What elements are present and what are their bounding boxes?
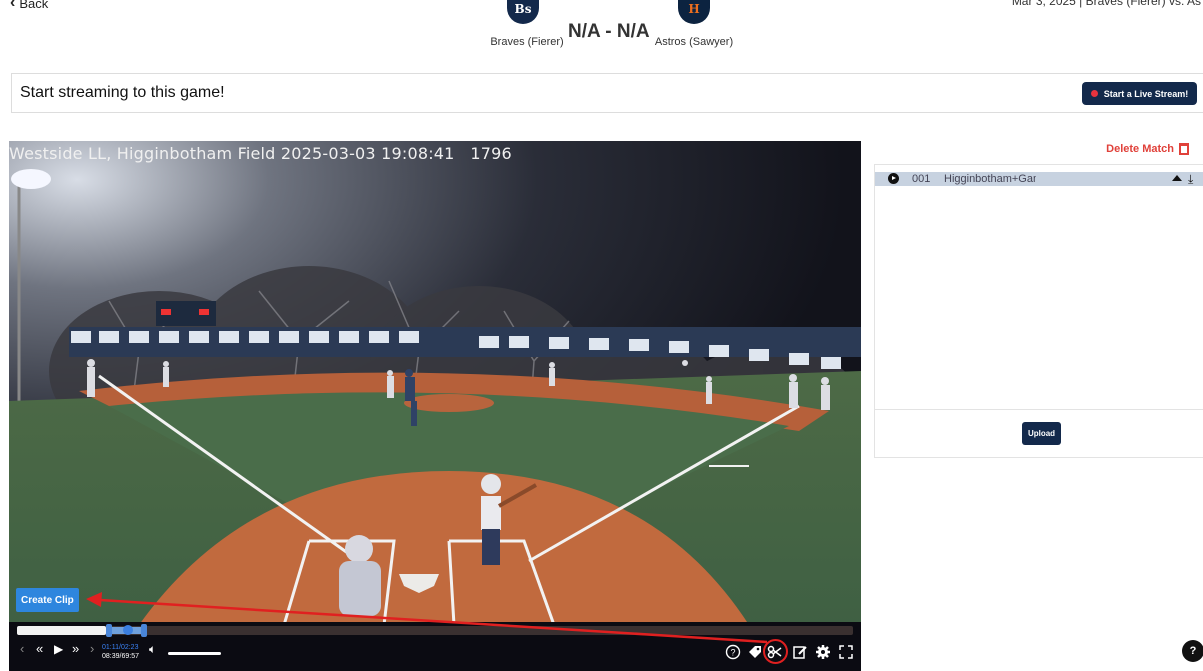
scissors-icon[interactable] (767, 644, 783, 660)
score: N/A - N/A (568, 21, 650, 42)
astros-logo-icon: H (678, 0, 710, 24)
progress-fill (17, 626, 106, 635)
game-date-info: Mar 3, 2025 | Braves (Fierer) vs. As (1011, 0, 1201, 8)
tag-icon[interactable] (747, 644, 763, 660)
live-stream-label: Start a Live Stream! (1103, 88, 1189, 99)
stream-title: Start streaming to this game! (20, 84, 225, 101)
rewind-icon[interactable]: « (36, 642, 43, 655)
move-up-icon[interactable] (1172, 175, 1182, 181)
help-button[interactable]: ? (1182, 640, 1203, 662)
video-player[interactable]: Westside LL, Higginbotham Field 2025-03-… (9, 141, 861, 671)
away-team: H Astros (Sawyer) (655, 0, 733, 48)
braves-logo-icon: Bs (507, 0, 539, 24)
home-team: Bs Braves (Fierer) (487, 0, 564, 48)
away-team-name: Astros (Sawyer) (654, 36, 734, 48)
clip-start-handle[interactable] (105, 624, 112, 637)
playlist-item-name: Higginbotham+Game+2 (944, 173, 1036, 185)
delete-match-label: Delete Match (1106, 143, 1174, 155)
back-label: Back (19, 0, 49, 11)
chevron-left-icon: ‹ (10, 0, 16, 11)
stream-banner: Start streaming to this game! Start a Li… (11, 73, 1203, 113)
total-time: 08:39/69:57 (102, 653, 139, 660)
trash-icon (1179, 143, 1189, 155)
gear-icon[interactable] (815, 644, 831, 660)
home-team-name: Braves (Fierer) (490, 36, 564, 48)
start-live-stream-button[interactable]: Start a Live Stream! (1082, 82, 1197, 105)
divider (875, 409, 1203, 410)
fast-forward-icon[interactable]: » (72, 642, 79, 655)
clip-playlist: 001 Higginbotham+Game+2 ⤓ Upload (874, 164, 1203, 458)
play-icon[interactable]: ▶ (54, 643, 63, 655)
video-frame (9, 141, 861, 625)
back-link[interactable]: ‹ Back (10, 0, 48, 12)
play-circle-icon[interactable] (888, 173, 899, 184)
next-icon[interactable]: › (90, 642, 94, 655)
progress-bar[interactable] (17, 624, 853, 637)
svg-text:?: ? (730, 648, 735, 658)
help-circle-icon[interactable]: ? (725, 644, 741, 660)
player-controls: ‹ « ▶ » › 01:11/02:23 08:39/69:57 🔈︎ ? (9, 622, 861, 671)
create-clip-button[interactable]: Create Clip (16, 588, 79, 612)
edit-icon[interactable] (792, 644, 808, 660)
playlist-item[interactable]: 001 Higginbotham+Game+2 ⤓ (875, 172, 1203, 186)
volume-icon[interactable]: 🔈︎ (149, 643, 156, 655)
record-dot-icon (1090, 90, 1098, 97)
clip-end-handle[interactable] (141, 624, 148, 637)
download-icon[interactable]: ⤓ (1188, 172, 1193, 187)
clip-time: 01:11/02:23 (102, 644, 139, 651)
video-overlay-text: Westside LL, Higginbotham Field 2025-03-… (9, 144, 512, 163)
upload-button[interactable]: Upload (1022, 422, 1061, 445)
playlist-item-number: 001 (912, 173, 931, 185)
delete-match-button[interactable]: Delete Match (1106, 143, 1189, 155)
volume-slider[interactable] (168, 652, 221, 655)
fullscreen-icon[interactable] (838, 644, 854, 660)
matchup-header: Bs Braves (Fierer) N/A - N/A H Astros (S… (487, 0, 737, 60)
prev-icon[interactable]: ‹ (20, 642, 24, 655)
